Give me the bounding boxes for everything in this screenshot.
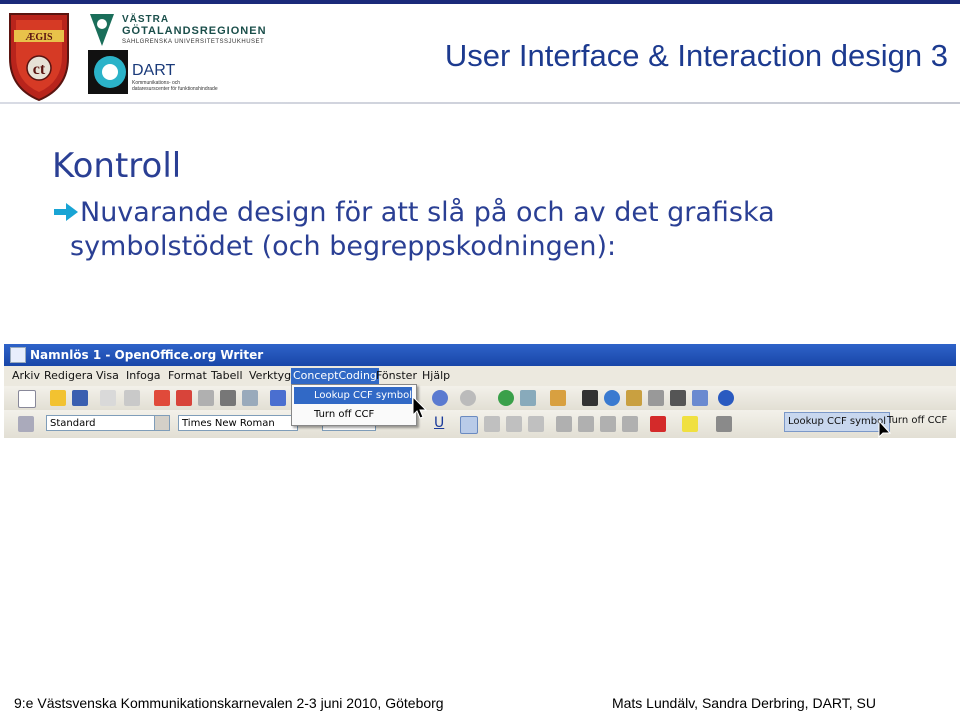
help-icon[interactable] — [718, 390, 734, 406]
footer-event: 9:e Västsvenska Kommunikationskarnevalen… — [14, 695, 444, 711]
bullet-point: Nuvarande design för att slå på och av d… — [52, 196, 932, 264]
window-title: Namnlös 1 - OpenOffice.org Writer — [30, 348, 264, 362]
menu-verktyg[interactable]: Verktyg — [247, 368, 293, 384]
aegis-logo: ÆGIS ct — [9, 13, 69, 102]
underline-icon[interactable]: U — [434, 415, 444, 431]
menu-tabell[interactable]: Tabell — [209, 368, 245, 384]
writer-app-icon — [10, 347, 26, 363]
conceptcoding-dropdown-menu: Lookup CCF symbol Turn off CCF — [291, 384, 417, 426]
vgr-line1: VÄSTRA — [122, 14, 170, 25]
slide-title: User Interface & Interaction design 3 — [444, 38, 948, 73]
font-name-combo[interactable]: Times New Roman — [178, 415, 298, 431]
increase-indent-icon[interactable] — [622, 416, 638, 432]
header-divider — [0, 102, 960, 104]
chevron-down-icon[interactable] — [154, 416, 169, 430]
hyperlink-icon[interactable] — [498, 390, 514, 406]
top-border — [0, 0, 960, 4]
highlight-icon[interactable] — [682, 416, 698, 432]
bullets-icon[interactable] — [578, 416, 594, 432]
dart-emblem-icon — [88, 50, 128, 94]
menu-item-turn-off-ccf[interactable]: Turn off CCF — [294, 406, 412, 423]
menu-infoga[interactable]: Infoga — [124, 368, 163, 384]
redo-icon[interactable] — [460, 390, 476, 406]
find-icon[interactable] — [582, 390, 598, 406]
dart-name: DART — [132, 62, 176, 79]
menu-bar: Arkiv Redigera Visa Infoga Format Tabell… — [4, 366, 956, 386]
standard-toolbar — [4, 386, 956, 410]
menu-fonster[interactable]: Fönster — [374, 368, 419, 384]
font-name-value: Times New Roman — [182, 418, 275, 429]
bullet-line-1: Nuvarande design för att slå på och av d… — [80, 197, 775, 228]
save-icon[interactable] — [72, 390, 88, 406]
mouse-cursor-icon — [412, 396, 428, 419]
print-icon[interactable] — [220, 390, 236, 406]
speaker-icon[interactable] — [198, 390, 214, 406]
formatting-marks-icon[interactable] — [670, 390, 686, 406]
decrease-indent-icon[interactable] — [600, 416, 616, 432]
menu-hjalp[interactable]: Hjälp — [420, 368, 452, 384]
vgr-line3: SAHLGRENSKA UNIVERSITETSSJUKHUSET — [122, 39, 265, 45]
align-center-icon[interactable] — [484, 416, 500, 432]
lookup-ccf-symbol-button[interactable]: Lookup CCF symbol — [784, 412, 890, 432]
numbering-icon[interactable] — [556, 416, 572, 432]
menu-format[interactable]: Format — [166, 368, 209, 384]
vgr-logo: VÄSTRA GÖTALANDSREGIONEN SAHLGRENSKA UNI… — [88, 12, 268, 50]
openoffice-screenshot: Namnlös 1 - OpenOffice.org Writer Arkiv … — [4, 344, 956, 438]
open-folder-icon[interactable] — [50, 390, 66, 406]
zoom-icon[interactable] — [692, 390, 708, 406]
footer-authors: Mats Lundälv, Sandra Derbring, DART, SU — [611, 695, 876, 711]
window-titlebar: Namnlös 1 - OpenOffice.org Writer — [4, 344, 956, 366]
menu-item-lookup-ccf[interactable]: Lookup CCF symbol — [294, 387, 412, 404]
page-preview-icon[interactable] — [242, 390, 258, 406]
vgr-line2: GÖTALANDSREGIONEN — [122, 25, 267, 37]
new-document-icon[interactable] — [18, 390, 36, 408]
menu-arkiv[interactable]: Arkiv — [10, 368, 42, 384]
dart-logo: DART Kommunikations- och dataresurscente… — [88, 50, 268, 96]
data-sources-icon[interactable] — [648, 390, 664, 406]
justify-icon[interactable] — [528, 416, 544, 432]
pdf-icon[interactable] — [176, 390, 192, 406]
menu-visa[interactable]: Visa — [94, 368, 121, 384]
paragraph-style-value: Standard — [50, 418, 96, 429]
font-color-icon[interactable] — [650, 416, 666, 432]
align-left-icon[interactable] — [460, 416, 478, 434]
dart-sub2: dataresurscenter för funktionshindrade — [132, 86, 218, 92]
email-icon[interactable] — [100, 390, 116, 406]
mouse-cursor-icon — [878, 420, 892, 438]
navigator-icon[interactable] — [604, 390, 620, 406]
styles-icon[interactable] — [18, 416, 34, 432]
menu-conceptcoding[interactable]: ConceptCoding — [291, 368, 379, 384]
menu-redigera[interactable]: Redigera — [42, 368, 95, 384]
edit-file-icon[interactable] — [124, 390, 140, 406]
align-right-icon[interactable] — [506, 416, 522, 432]
table-icon[interactable] — [520, 390, 536, 406]
undo-icon[interactable] — [432, 390, 448, 406]
export-pdf-icon[interactable] — [154, 390, 170, 406]
vgr-leaf-icon — [90, 14, 114, 46]
aegis-logo-text: ÆGIS — [25, 32, 53, 43]
background-color-icon[interactable] — [716, 416, 732, 432]
spellcheck-icon[interactable] — [270, 390, 286, 406]
turn-off-ccf-button[interactable]: Turn off CCF — [884, 412, 950, 430]
gallery-icon[interactable] — [626, 390, 642, 406]
arrow-right-icon — [54, 203, 78, 221]
bullet-line-2: symbolstödet (och begreppskodningen): — [70, 231, 617, 262]
draw-functions-icon[interactable] — [550, 390, 566, 406]
paragraph-style-combo[interactable]: Standard — [46, 415, 170, 431]
svg-text:ct: ct — [33, 61, 46, 78]
slide-heading: Kontroll — [52, 146, 182, 186]
